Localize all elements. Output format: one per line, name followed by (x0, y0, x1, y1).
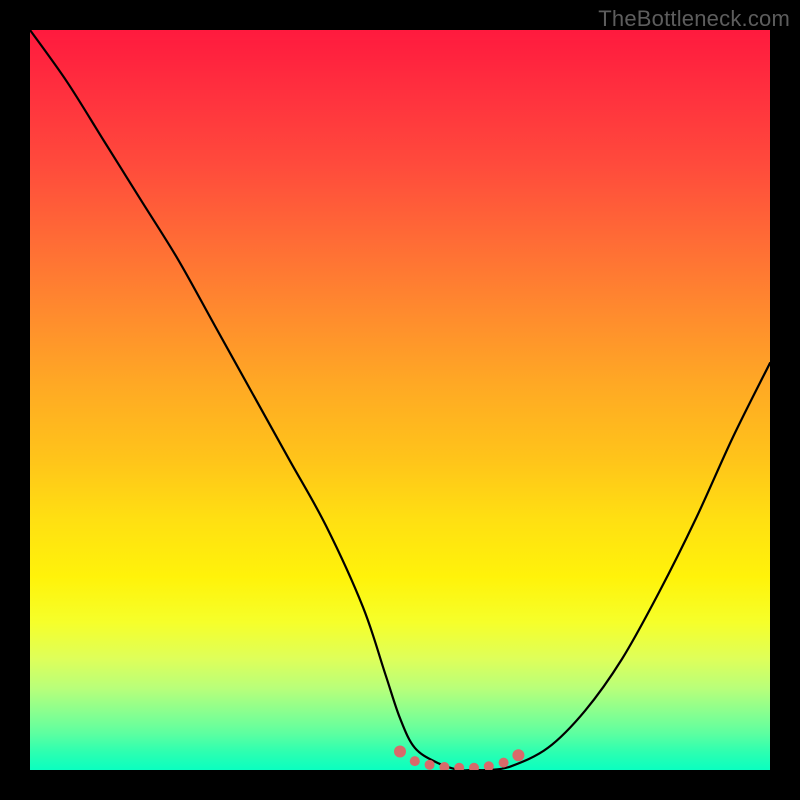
accent-dot (410, 756, 420, 766)
watermark-text: TheBottleneck.com (598, 6, 790, 32)
accent-dot (499, 758, 509, 768)
accent-dot (425, 760, 435, 770)
plot-area (30, 30, 770, 770)
accent-dot (394, 746, 406, 758)
accent-dots (394, 746, 524, 771)
curve-svg (30, 30, 770, 770)
bottleneck-curve (30, 30, 770, 770)
accent-dot (454, 763, 464, 770)
accent-dot (512, 749, 524, 761)
chart-frame: TheBottleneck.com (0, 0, 800, 800)
accent-dot (484, 761, 494, 770)
accent-dot (469, 763, 479, 770)
